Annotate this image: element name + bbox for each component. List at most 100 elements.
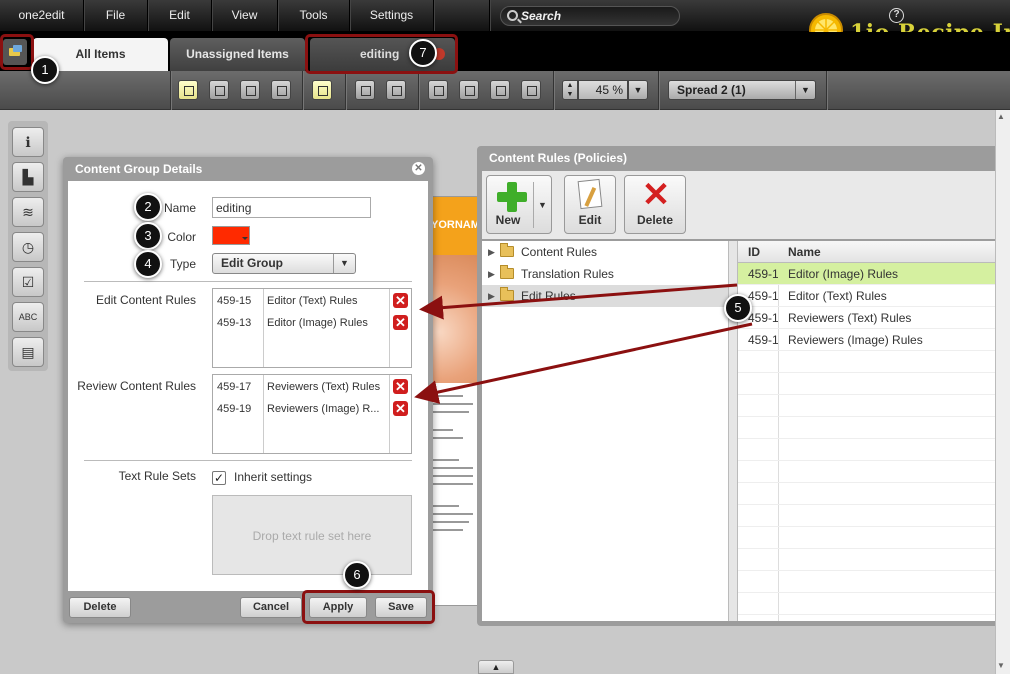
step-marker: 4 xyxy=(134,250,162,278)
color-picker[interactable] xyxy=(212,226,250,245)
remove-icon[interactable]: ✕ xyxy=(393,379,408,394)
menu-file[interactable]: File xyxy=(84,0,148,31)
dialog-title: Content Group Details xyxy=(75,162,203,176)
rule-id: 459-1 xyxy=(748,267,778,281)
vertical-scrollbar[interactable] xyxy=(995,110,1010,674)
delete-button[interactable]: Delete xyxy=(69,597,131,618)
close-icon[interactable]: ✕ xyxy=(412,162,425,175)
spread-select[interactable]: Spread 2 (1) ▼ xyxy=(668,80,816,100)
list-row[interactable]: 459-1 Reviewers (Image) Rules xyxy=(738,329,1010,351)
structure-icon[interactable]: ▙ xyxy=(12,162,44,192)
remove-icon[interactable]: ✕ xyxy=(393,401,408,416)
divider xyxy=(84,460,412,461)
expand-icon[interactable]: ▶ xyxy=(488,241,495,263)
inherit-checkbox[interactable]: ✓ xyxy=(212,471,226,485)
page-text-line xyxy=(433,505,459,507)
tree-item-translation-rules[interactable]: ▶ Translation Rules xyxy=(482,263,728,285)
scroll-up-icon[interactable]: ▲ xyxy=(997,112,1005,121)
list-row xyxy=(738,373,1010,395)
tree-item-label: Translation Rules xyxy=(521,267,614,281)
help-button[interactable]: ? xyxy=(434,0,904,31)
menu-one2edit[interactable]: one2edit xyxy=(0,0,84,31)
zoom-tool-icon[interactable] xyxy=(271,80,291,100)
frame-tool-icon[interactable] xyxy=(240,80,260,100)
delete-button-label: Delete xyxy=(636,213,674,227)
pen-tool-icon[interactable] xyxy=(209,80,229,100)
grid-view-icon[interactable] xyxy=(490,80,510,100)
zoom-stepper[interactable]: ▲ ▼ xyxy=(562,80,578,100)
edit-button[interactable]: Edit xyxy=(564,175,616,234)
expand-icon[interactable]: ▶ xyxy=(488,263,495,285)
list-row xyxy=(738,417,1010,439)
tasks-icon[interactable]: ☑ xyxy=(12,267,44,297)
rules-toolbar: ▼ New Edit ✕ Delete xyxy=(482,171,1010,239)
spread-navigator-toggle[interactable]: ▲ xyxy=(478,660,514,674)
rule-name: Editor (Image) Rules xyxy=(788,267,899,281)
list-row[interactable]: 459-1 Reviewers (Text) Rules xyxy=(738,307,1010,329)
delete-rule-button[interactable]: ✕ Delete xyxy=(624,175,686,234)
comments-icon[interactable]: ▤ xyxy=(12,337,44,367)
zoom-dropdown-icon[interactable]: ▼ xyxy=(628,80,648,100)
drop-zone[interactable]: Drop text rule set here xyxy=(212,495,412,575)
select-tool-icon[interactable] xyxy=(178,80,198,100)
tree-item-edit-rules[interactable]: ▶ Edit Rules xyxy=(482,285,728,307)
info-icon[interactable]: ℹ xyxy=(12,127,44,157)
type-select[interactable]: Edit Group ▼ xyxy=(212,253,356,274)
image-view-icon[interactable] xyxy=(355,80,375,100)
search-box[interactable] xyxy=(500,6,680,26)
single-page-icon[interactable] xyxy=(428,80,448,100)
cancel-button[interactable]: Cancel xyxy=(240,597,302,618)
name-label: Name xyxy=(163,201,196,215)
name-field[interactable] xyxy=(212,197,371,218)
review-rules-label: Review Content Rules xyxy=(77,379,196,393)
table-row[interactable]: 459-13 Editor (Image) Rules ✕ xyxy=(213,312,411,334)
page-text-line xyxy=(433,429,453,431)
history-icon[interactable]: ◷ xyxy=(12,232,44,262)
remove-icon[interactable]: ✕ xyxy=(393,315,408,330)
list-row[interactable]: 459-1 Editor (Image) Rules xyxy=(738,263,1010,285)
menu-settings[interactable]: Settings xyxy=(350,0,434,31)
column-header-name[interactable]: Name xyxy=(788,241,821,263)
column-header-id[interactable]: ID xyxy=(748,241,760,263)
fit-page-icon[interactable] xyxy=(521,80,541,100)
expand-icon[interactable]: ▶ xyxy=(488,285,495,307)
comment-tool-icon[interactable] xyxy=(312,80,332,100)
menu-edit[interactable]: Edit xyxy=(148,0,212,31)
menu-view[interactable]: View xyxy=(212,0,278,31)
rule-name: Editor (Text) Rules xyxy=(267,295,358,307)
page-text-line xyxy=(433,483,473,485)
list-row[interactable]: 459-1 Editor (Text) Rules xyxy=(738,285,1010,307)
split-divider xyxy=(533,182,534,228)
layers-icon[interactable]: ≋ xyxy=(12,197,44,227)
zoom-input[interactable] xyxy=(578,80,628,100)
page-text-line xyxy=(433,437,463,439)
scroll-down-icon[interactable]: ▼ xyxy=(997,661,1005,670)
rules-list: ID Name 459-1 Editor (Image) Rules 459-1… xyxy=(738,241,1010,621)
rule-id: 459-17 xyxy=(217,381,252,393)
search-input[interactable] xyxy=(521,8,671,24)
tab-unassigned-items[interactable]: Unassigned Items xyxy=(170,38,305,71)
new-button[interactable]: ▼ New xyxy=(486,175,552,234)
toolbar-divider xyxy=(170,71,171,110)
inherit-label: Inherit settings xyxy=(234,470,313,484)
list-row xyxy=(738,439,1010,461)
highlight-box xyxy=(0,34,34,70)
table-row[interactable]: 459-19 Reviewers (Image) R... ✕ xyxy=(213,398,411,420)
highlight-box xyxy=(302,590,435,624)
text-view-icon[interactable] xyxy=(386,80,406,100)
table-row[interactable]: 459-15 Editor (Text) Rules ✕ xyxy=(213,290,411,312)
toolbar: ▲▼ ▼ Spread 2 (1) ▼ xyxy=(0,71,1010,110)
search-icon xyxy=(507,10,518,21)
edit-icon xyxy=(577,178,603,210)
spread-view-icon[interactable] xyxy=(459,80,479,100)
spellcheck-icon[interactable]: ABC xyxy=(12,302,44,332)
tree-item-content-rules[interactable]: ▶ Content Rules xyxy=(482,241,728,263)
menu-tools[interactable]: Tools xyxy=(278,0,350,31)
chevron-down-icon[interactable]: ▼ xyxy=(538,200,547,210)
page-band-text: YORNAM xyxy=(431,219,480,231)
page-text-line xyxy=(433,411,469,413)
plus-icon xyxy=(497,182,527,212)
toolbar-divider xyxy=(345,71,346,110)
remove-icon[interactable]: ✕ xyxy=(393,293,408,308)
table-row[interactable]: 459-17 Reviewers (Text) Rules ✕ xyxy=(213,376,411,398)
